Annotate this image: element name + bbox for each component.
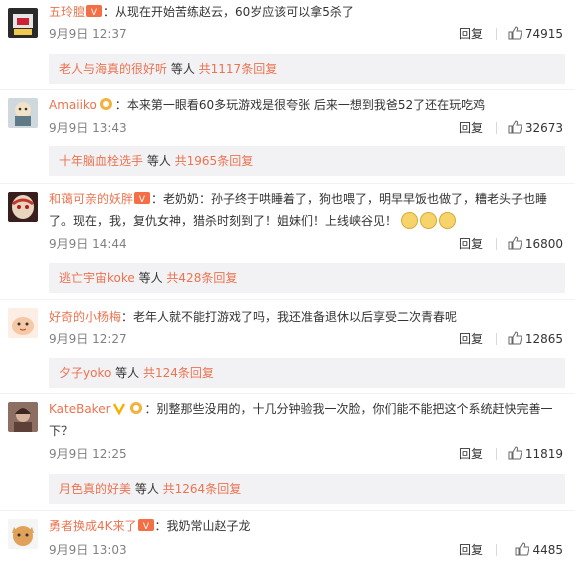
reply-button[interactable]: 回复 bbox=[459, 444, 483, 464]
sub-reply-count[interactable]: 共124条回复 bbox=[143, 366, 214, 380]
sub-reply-count[interactable]: 共428条回复 bbox=[166, 271, 237, 285]
divider bbox=[496, 333, 497, 345]
emoji-icon bbox=[419, 212, 437, 229]
timestamp: 9月9日 12:37 bbox=[49, 27, 127, 41]
timestamp: 9月9日 13:03 bbox=[49, 543, 127, 557]
timestamp: 9月9日 12:25 bbox=[49, 447, 127, 461]
thumbs-up-icon bbox=[508, 331, 523, 345]
emoji-icon bbox=[400, 212, 418, 229]
avatar[interactable] bbox=[8, 308, 38, 338]
divider bbox=[0, 299, 575, 300]
divider bbox=[496, 122, 497, 134]
thumbs-up-icon bbox=[508, 446, 523, 460]
like-count: 12865 bbox=[524, 332, 563, 346]
sub-reply-user[interactable]: 月色真的好美 bbox=[59, 482, 131, 496]
sub-reply-user[interactable]: 逃亡宇宙koke bbox=[59, 271, 135, 285]
like-count: 32673 bbox=[524, 121, 563, 135]
svg-text:V: V bbox=[91, 8, 98, 18]
sub-replies[interactable]: 逃亡宇宙koke 等人 共428条回复 bbox=[49, 263, 565, 293]
timestamp: 9月9日 12:27 bbox=[49, 332, 127, 346]
thumbs-up-icon bbox=[508, 26, 523, 40]
comment-text: 我奶常山赵子龙 bbox=[166, 519, 251, 533]
sub-reply-count[interactable]: 共1264条回复 bbox=[163, 482, 242, 496]
like-count: 11819 bbox=[524, 447, 563, 461]
sub-replies[interactable]: 月色真的好美 等人 共1264条回复 bbox=[49, 474, 565, 504]
divider bbox=[496, 238, 497, 250]
username[interactable]: Amaiiko bbox=[49, 98, 97, 112]
like-button[interactable]: 4485 bbox=[515, 540, 563, 560]
timestamp: 9月9日 13:43 bbox=[49, 121, 127, 135]
divider bbox=[496, 28, 497, 40]
vip-badge-icon: V bbox=[86, 4, 103, 24]
avatar[interactable] bbox=[8, 519, 38, 549]
divider bbox=[0, 393, 575, 394]
sub-replies[interactable]: 夕子yoko 等人 共124条回复 bbox=[49, 358, 565, 388]
svg-text:V: V bbox=[139, 195, 146, 205]
reply-button[interactable]: 回复 bbox=[459, 24, 483, 44]
like-button[interactable]: 12865 bbox=[508, 329, 563, 349]
divider bbox=[0, 510, 575, 511]
sub-replies[interactable]: 十年脑血栓选手 等人 共1965条回复 bbox=[49, 146, 565, 176]
like-button[interactable]: 11819 bbox=[508, 444, 563, 464]
divider bbox=[496, 448, 497, 460]
vip-badge-icon bbox=[98, 97, 114, 117]
username[interactable]: KateBaker bbox=[49, 402, 111, 416]
like-count: 16800 bbox=[524, 237, 563, 251]
avatar[interactable] bbox=[8, 8, 38, 38]
timestamp: 9月9日 14:44 bbox=[49, 237, 127, 251]
avatar[interactable] bbox=[8, 402, 38, 432]
username[interactable]: 勇者换成4K来了 bbox=[49, 519, 137, 533]
avatar[interactable] bbox=[8, 98, 38, 128]
like-button[interactable]: 74915 bbox=[508, 24, 563, 44]
comment-text: 老年人就不能打游戏了吗，我还准备退休以后享受二次青春呢 bbox=[133, 310, 458, 324]
sub-reply-count[interactable]: 共1965条回复 bbox=[175, 154, 254, 168]
sub-replies[interactable]: 老人与海真的很好听 等人 共1117条回复 bbox=[49, 54, 565, 84]
divider bbox=[0, 183, 575, 184]
sub-reply-user[interactable]: 老人与海真的很好听 bbox=[59, 62, 167, 76]
thumbs-up-icon bbox=[515, 542, 530, 556]
vip-badge-icon: V bbox=[137, 518, 154, 538]
vip-badge-icon: V bbox=[134, 191, 151, 211]
divider bbox=[496, 544, 497, 556]
avatar[interactable] bbox=[8, 192, 38, 222]
divider bbox=[0, 89, 575, 90]
username[interactable]: 好奇的小杨梅 bbox=[49, 310, 121, 324]
thumbs-up-icon bbox=[508, 120, 523, 134]
sub-reply-user[interactable]: 十年脑血栓选手 bbox=[59, 154, 143, 168]
thumbs-up-icon bbox=[508, 236, 523, 250]
like-count: 74915 bbox=[524, 27, 563, 41]
username[interactable]: 和蔼可亲的妖胖 bbox=[49, 192, 133, 206]
reply-button[interactable]: 回复 bbox=[459, 540, 483, 560]
like-button[interactable]: 32673 bbox=[508, 118, 563, 138]
reply-button[interactable]: 回复 bbox=[459, 234, 483, 254]
verified-v-icon bbox=[112, 401, 126, 421]
sub-reply-user[interactable]: 夕子yoko bbox=[59, 366, 111, 380]
vip-badge-icon bbox=[128, 401, 144, 421]
comment-text: 本来第一眼看60多玩游戏是很夸张 后来一想到我爸52了还在玩吃鸡 bbox=[126, 98, 486, 112]
emoji-icon bbox=[438, 212, 456, 229]
like-count: 4485 bbox=[532, 543, 563, 557]
sub-reply-count[interactable]: 共1117条回复 bbox=[199, 62, 278, 76]
username[interactable]: 五玲膻 bbox=[49, 5, 85, 19]
reply-button[interactable]: 回复 bbox=[459, 118, 483, 138]
reply-button[interactable]: 回复 bbox=[459, 329, 483, 349]
comment-text: 从现在开始苦练赵云，60岁应该可以拿5杀了 bbox=[115, 5, 354, 19]
like-button[interactable]: 16800 bbox=[508, 234, 563, 254]
svg-text:V: V bbox=[142, 522, 149, 532]
